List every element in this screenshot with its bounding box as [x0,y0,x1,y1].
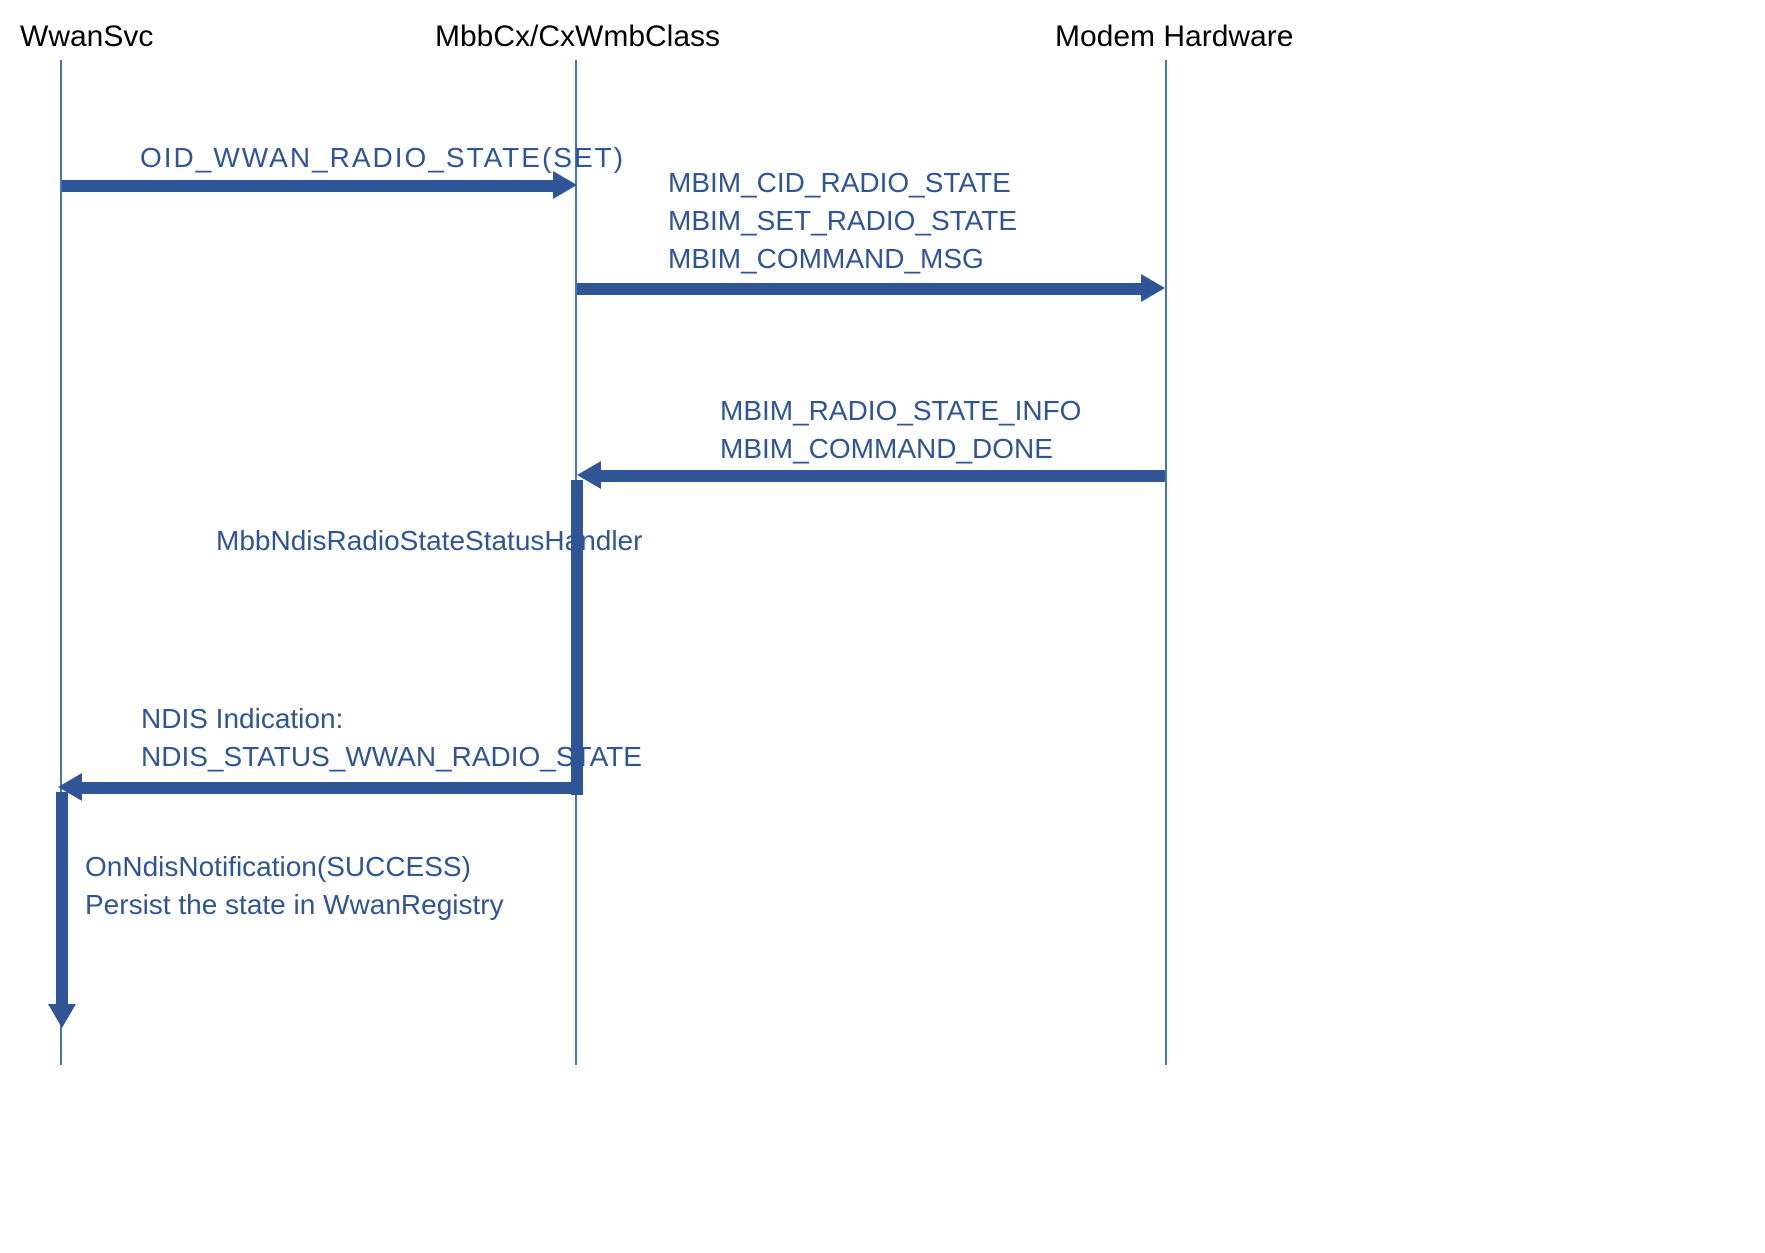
msg-notif-label: OnNdisNotification(SUCCESS) Persist the … [85,848,504,924]
msg-mbim-cmd-label: MBIM_CID_RADIO_STATE MBIM_SET_RADIO_STAT… [668,164,1017,277]
msg-mbim-resp-line2: MBIM_COMMAND_DONE [720,430,1081,468]
msg-ndis-ind-line2: NDIS_STATUS_WWAN_RADIO_STATE [141,738,642,776]
msg-mbim-cmd-line3: MBIM_COMMAND_MSG [668,240,1017,278]
participant-mbbcx: MbbCx/CxWmbClass [435,20,720,54]
msg-mbim-cmd-arrow [577,283,1143,295]
msg-notif-line2: Persist the state in WwanRegistry [85,886,504,924]
msg-mbim-cmd-line1: MBIM_CID_RADIO_STATE [668,164,1017,202]
participant-modem: Modem Hardware [1055,20,1293,54]
msg-ndis-ind-arrow [80,782,583,794]
msg-handler-label: MbbNdisRadioStateStatusHandler [216,523,642,559]
msg-notif-line1: OnNdisNotification(SUCCESS) [85,848,504,886]
msg-mbim-resp-line1: MBIM_RADIO_STATE_INFO [720,392,1081,430]
msg-mbim-resp-arrow [599,470,1165,482]
lifeline-modem [1165,60,1167,1065]
activation-wwansvc [56,792,68,1006]
msg-ndis-ind-line1: NDIS Indication: [141,700,642,738]
msg-oid-set-arrowhead [553,171,577,199]
participant-wwansvc: WwanSvc [20,20,153,54]
msg-ndis-ind-label: NDIS Indication: NDIS_STATUS_WWAN_RADIO_… [141,700,642,776]
msg-mbim-resp-label: MBIM_RADIO_STATE_INFO MBIM_COMMAND_DONE [720,392,1081,468]
activation-wwansvc-arrowhead [48,1004,76,1028]
msg-mbim-cmd-line2: MBIM_SET_RADIO_STATE [668,202,1017,240]
msg-oid-set-arrow [62,180,555,192]
msg-mbim-cmd-arrowhead [1141,274,1165,302]
